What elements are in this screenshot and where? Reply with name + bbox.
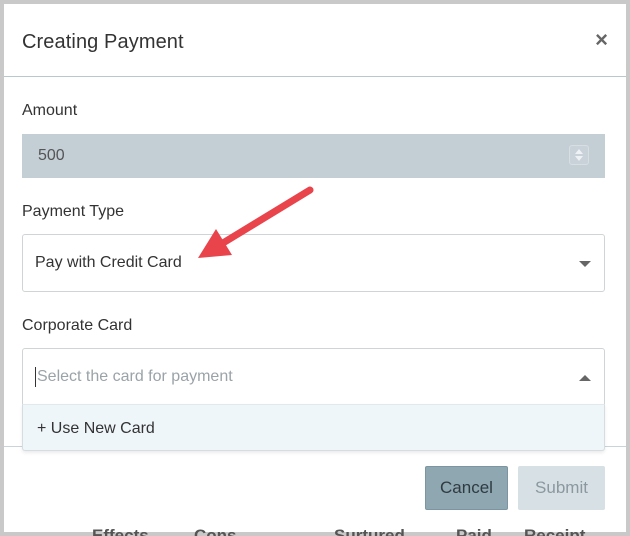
background-column-label: Receipt (524, 526, 586, 536)
corporate-card-label: Corporate Card (22, 317, 133, 334)
corporate-card-placeholder: Select the card for payment (37, 368, 233, 385)
payment-type-value: Pay with Credit Card (35, 254, 182, 271)
payment-type-label: Payment Type (22, 203, 124, 220)
background-column-label: Surtured (334, 526, 405, 536)
dialog-title: Creating Payment (22, 31, 184, 53)
background-column-label: Effects (92, 526, 149, 536)
corporate-card-select[interactable]: Select the card for payment (22, 348, 605, 405)
cancel-button[interactable]: Cancel (425, 466, 508, 510)
chevron-up-icon (579, 375, 591, 381)
close-icon[interactable]: × (595, 28, 608, 52)
background-table-header: Effects Cons Surtured Paid Receipt (4, 518, 626, 536)
spinner-icon[interactable] (569, 145, 589, 165)
payment-type-select[interactable]: Pay with Credit Card (22, 234, 605, 292)
text-cursor (35, 367, 36, 387)
dropdown-option-use-new-card[interactable]: + Use New Card (37, 420, 155, 438)
amount-value: 500 (38, 147, 65, 164)
chevron-down-icon (579, 261, 591, 267)
dialog-header: Creating Payment × (4, 4, 626, 77)
amount-label: Amount (22, 102, 78, 119)
corporate-card-dropdown: + Use New Card (22, 404, 605, 451)
submit-button[interactable]: Submit (518, 466, 605, 510)
background-column-label: Paid (456, 526, 492, 536)
background-column-label: Cons (194, 526, 237, 536)
amount-input[interactable]: 500 (22, 134, 605, 178)
